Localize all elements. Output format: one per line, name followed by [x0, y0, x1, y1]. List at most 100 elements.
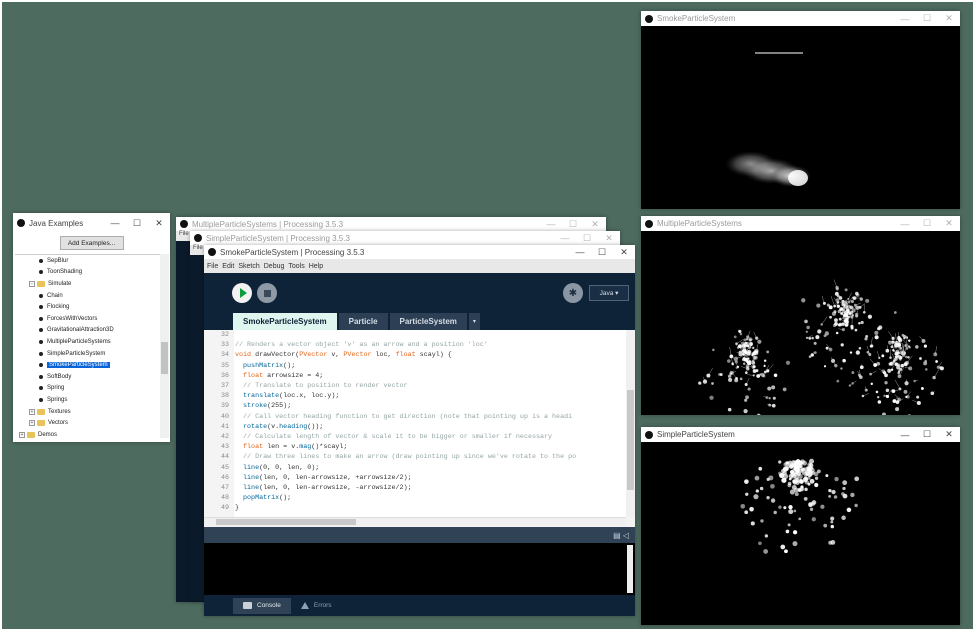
code-text[interactable]: // Call vector heading function to get d…: [232, 413, 572, 421]
maximize-button[interactable]: ☐: [591, 245, 613, 259]
tree-item[interactable]: SmokeParticleSystem: [15, 359, 160, 371]
code-line[interactable]: 36 float arrowsize = 4;: [204, 371, 635, 381]
tree-item[interactable]: SepBlur: [15, 255, 160, 267]
close-button[interactable]: ✕: [584, 217, 606, 231]
code-text[interactable]: }: [232, 504, 239, 512]
debug-button[interactable]: ✱: [563, 283, 583, 303]
menu-help[interactable]: Help: [309, 263, 323, 270]
close-button[interactable]: ✕: [598, 231, 620, 245]
close-button[interactable]: ✕: [938, 11, 960, 26]
smoke-titlebar[interactable]: SmokeParticleSystem — ☐ ✕: [641, 11, 960, 26]
console-output[interactable]: [204, 543, 635, 595]
expand-toggle-icon[interactable]: +: [29, 420, 35, 427]
tree-item[interactable]: Springs: [15, 394, 160, 406]
code-line[interactable]: 33// Renders a vector object 'v' as an a…: [204, 340, 635, 350]
multi-canvas[interactable]: [641, 231, 960, 415]
code-line[interactable]: 35 pushMatrix();: [204, 361, 635, 371]
scrollbar-thumb[interactable]: [627, 390, 634, 490]
minimize-button[interactable]: —: [540, 217, 562, 231]
close-button[interactable]: ✕: [938, 427, 960, 442]
simple-canvas[interactable]: [641, 442, 960, 625]
tree-item[interactable]: Chain: [15, 290, 160, 302]
main-titlebar[interactable]: SmokeParticleSystem | Processing 3.5.3 —…: [204, 245, 635, 259]
code-line[interactable]: 44 // Draw three lines to make an arrow …: [204, 452, 635, 462]
tab-particle[interactable]: Particle: [338, 313, 388, 330]
code-line[interactable]: 34 void drawVector(PVector v, PVector loc…: [204, 350, 635, 360]
examples-titlebar[interactable]: Java Examples — ☐ ✕: [13, 213, 170, 233]
maximize-button[interactable]: ☐: [576, 231, 598, 245]
maximize-button[interactable]: ☐: [126, 213, 148, 233]
code-text[interactable]: float len = v.mag()*scayl;: [232, 443, 347, 451]
examples-scrollbar[interactable]: [160, 254, 169, 438]
code-text[interactable]: line(len, 0, len-arrowsize, -arrowsize/2…: [232, 484, 412, 492]
code-text[interactable]: pushMatrix();: [232, 362, 295, 370]
minimize-button[interactable]: —: [104, 213, 126, 233]
close-button[interactable]: ✕: [613, 245, 635, 259]
console-tab[interactable]: Console: [233, 597, 291, 614]
code-line[interactable]: 42 // Calculate length of vector & scale…: [204, 432, 635, 442]
code-line[interactable]: 40 // Call vector heading function to ge…: [204, 412, 635, 422]
maximize-button[interactable]: ☐: [916, 427, 938, 442]
menu-sketch[interactable]: Sketch: [238, 263, 259, 270]
code-line[interactable]: 47 line(len, 0, len-arrowsize, -arrowsiz…: [204, 483, 635, 493]
code-line[interactable]: 45 line(0, 0, len, 0);: [204, 462, 635, 472]
simple-sketch-window[interactable]: SimpleParticleSystem — ☐ ✕: [641, 427, 960, 625]
tree-item[interactable]: + Demos: [15, 429, 160, 438]
code-line[interactable]: 37 // Translate to position to render ve…: [204, 381, 635, 391]
code-line[interactable]: 41 rotate(v.heading());: [204, 422, 635, 432]
code-text[interactable]: // Calculate length of vector & scale it…: [232, 433, 552, 441]
code-text[interactable]: // Draw three lines to make an arrow (dr…: [232, 453, 576, 461]
tree-item[interactable]: + Textures: [15, 406, 160, 418]
code-area[interactable]: 32 33// Renders a vector object 'v' as an…: [204, 330, 635, 513]
maximize-button[interactable]: ☐: [916, 216, 938, 231]
code-line[interactable]: 46 line(len, 0, len-arrowsize, +arrowsiz…: [204, 473, 635, 483]
code-text[interactable]: float arrowsize = 4;: [232, 372, 323, 380]
errors-tab[interactable]: Errors: [291, 598, 342, 614]
smoke-sketch-window[interactable]: SmokeParticleSystem — ☐ ✕: [641, 11, 960, 209]
expand-toggle-icon[interactable]: +: [29, 408, 35, 415]
minimize-button[interactable]: —: [569, 245, 591, 259]
smoke-canvas[interactable]: [641, 26, 960, 209]
code-text[interactable]: // Translate to position to render vecto…: [232, 382, 408, 390]
editor-horizontal-scrollbar[interactable]: [204, 517, 626, 526]
maximize-button[interactable]: ☐: [916, 11, 938, 26]
code-editor[interactable]: 32 33// Renders a vector object 'v' as an…: [204, 330, 635, 517]
editor-vertical-scrollbar[interactable]: [626, 330, 635, 517]
expand-toggle-icon[interactable]: −: [29, 280, 35, 287]
mode-selector[interactable]: Java ▾: [589, 285, 629, 301]
code-line[interactable]: 49}: [204, 503, 635, 513]
menu-edit[interactable]: Edit: [222, 263, 234, 270]
code-text[interactable]: popMatrix();: [232, 494, 291, 502]
tree-item[interactable]: Flocking: [15, 301, 160, 313]
tree-item[interactable]: + Vectors: [15, 417, 160, 429]
back1-titlebar[interactable]: MultipleParticleSystems | Processing 3.5…: [176, 217, 606, 231]
simple-titlebar[interactable]: SimpleParticleSystem — ☐ ✕: [641, 427, 960, 442]
tree-item[interactable]: SimpleParticleSystem: [15, 348, 160, 360]
tree-item[interactable]: Spring: [15, 383, 160, 395]
back2-titlebar[interactable]: SimpleParticleSystem | Processing 3.5.3 …: [190, 231, 620, 245]
code-line[interactable]: 48 popMatrix();: [204, 493, 635, 503]
console-scrollbar[interactable]: [627, 545, 633, 593]
tree-item[interactable]: ToonShading: [15, 267, 160, 279]
expand-toggle-icon[interactable]: +: [19, 431, 25, 438]
tree-item[interactable]: − Simulate: [15, 278, 160, 290]
tree-item[interactable]: MultipleParticleSystems: [15, 336, 160, 348]
close-button[interactable]: ✕: [148, 213, 170, 233]
code-line[interactable]: 32: [204, 330, 635, 340]
tab-smokeparticlesystem[interactable]: SmokeParticleSystem: [233, 313, 337, 330]
tree-item[interactable]: GravitationalAttraction3D: [15, 325, 160, 337]
maximize-button[interactable]: ☐: [562, 217, 584, 231]
add-examples-button[interactable]: Add Examples...: [59, 236, 124, 250]
code-text[interactable]: void drawVector(PVector v, PVector loc, …: [232, 351, 452, 359]
code-text[interactable]: line(0, 0, len, 0);: [232, 464, 319, 472]
code-line[interactable]: 39 stroke(255);: [204, 401, 635, 411]
minimize-button[interactable]: —: [894, 427, 916, 442]
code-line[interactable]: 43 float len = v.mag()*scayl;: [204, 442, 635, 452]
code-text[interactable]: stroke(255);: [232, 402, 291, 410]
code-text[interactable]: line(len, 0, len-arrowsize, +arrowsize/2…: [232, 474, 412, 482]
console-toolbar-icons[interactable]: ▤ ◁: [613, 531, 629, 540]
run-button[interactable]: [232, 283, 252, 303]
multiple-sketch-window[interactable]: MultipleParticleSystems — ☐ ✕: [641, 216, 960, 415]
minimize-button[interactable]: —: [554, 231, 576, 245]
minimize-button[interactable]: —: [894, 216, 916, 231]
